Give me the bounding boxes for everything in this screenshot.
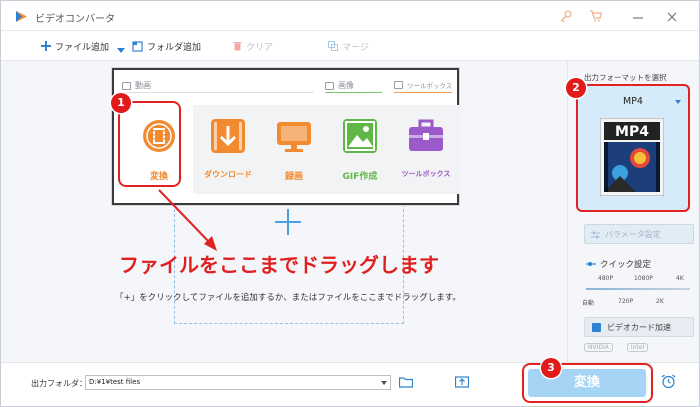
toolbox-icon: [409, 119, 443, 151]
key-icon[interactable]: [559, 9, 573, 23]
section-image-line: [325, 92, 382, 93]
tile-gif[interactable]: GIF作成: [325, 105, 395, 194]
tools-section-icon: [394, 81, 403, 89]
quality-slider[interactable]: [586, 288, 690, 290]
add-file-dropdown-icon[interactable]: [117, 44, 125, 58]
section-image-label: 画像: [338, 81, 354, 90]
app-logo-icon: [16, 11, 27, 22]
tick-720p: 720P: [618, 298, 634, 305]
settings-sliders-icon: [591, 231, 600, 239]
gpu-acceleration-label: ビデオカード加速: [607, 322, 671, 332]
format-dropdown-icon[interactable]: [675, 100, 681, 104]
section-image: 画像: [325, 80, 354, 91]
convert-highlight: [118, 101, 181, 187]
output-folder-field[interactable]: D:¥1¥test files: [85, 375, 391, 390]
section-tools-label: ツールボックス: [407, 82, 453, 90]
parameter-settings-button[interactable]: パラメータ設定: [584, 224, 694, 244]
add-folder-label: フォルダ追加: [147, 42, 202, 53]
format-selector[interactable]: MP4 MP4: [576, 84, 690, 212]
gpu-logos: NVIDIA Intel: [584, 343, 649, 352]
section-tools: ツールボックス: [394, 80, 452, 90]
tile-toolbox[interactable]: ツールボックス: [391, 105, 461, 194]
quick-settings-icon: [586, 262, 596, 266]
tick-2k: 2K: [656, 298, 664, 305]
tile-record[interactable]: 録画: [259, 105, 329, 194]
step-badge-3: 3: [541, 358, 561, 378]
merge-icon: [328, 41, 338, 51]
minimize-icon[interactable]: [631, 11, 645, 25]
quick-settings: クイック設定: [586, 258, 651, 270]
mp4-format-icon: MP4: [600, 118, 664, 196]
gpu-acceleration-toggle[interactable]: ビデオカード加速: [584, 317, 694, 337]
cart-icon[interactable]: [589, 9, 603, 23]
screen-record-icon: [277, 122, 311, 152]
toolbar: ファイル追加 フォルダ追加 クリア マージ: [1, 31, 699, 61]
nvidia-logo: NVIDIA: [584, 343, 613, 352]
quick-settings-label: クイック設定: [600, 260, 652, 270]
add-file-button[interactable]: ファイル追加: [41, 39, 109, 53]
clear-button[interactable]: クリア: [233, 39, 273, 53]
tick-480p: 480P: [598, 275, 614, 282]
image-section-icon: [325, 81, 334, 90]
alarm-clock-icon[interactable]: [661, 374, 676, 389]
intel-logo: Intel: [626, 343, 649, 352]
tile-download-label: ダウンロード: [204, 170, 252, 179]
trash-icon: [233, 42, 242, 51]
tile-record-label: 録画: [284, 172, 303, 182]
video-section-icon: [122, 81, 131, 90]
folder-add-icon: [132, 40, 143, 52]
output-folder-dropdown-icon[interactable]: [381, 381, 387, 385]
gpu-checkbox[interactable]: [592, 323, 601, 332]
tick-auto: 自動: [582, 300, 595, 307]
format-name: MP4: [623, 96, 643, 107]
add-plus-icon[interactable]: [275, 209, 301, 235]
section-tools-line: [394, 92, 452, 93]
close-icon[interactable]: [665, 10, 679, 24]
app-title: ビデオコンバータ: [35, 14, 115, 25]
step-badge-2: 2: [566, 78, 586, 98]
section-video-line: [122, 92, 314, 93]
app-window: ビデオコンバータ ファイル追加 フォルダ追加 クリア マージ 「+」をクリックし…: [0, 0, 700, 407]
svg-text:MP4: MP4: [615, 124, 649, 140]
section-video: 動画: [122, 80, 151, 91]
section-video-label: 動画: [135, 81, 151, 90]
format-title: 出力フォーマットを選択: [584, 73, 667, 82]
merge-label: マージ: [342, 42, 369, 53]
output-format-panel: 出力フォーマットを選択 MP4 MP4 2 パラメータ設定 クイック設定 480…: [566, 62, 699, 362]
title-bar: ビデオコンバータ: [1, 1, 699, 31]
gif-image-icon: [343, 119, 377, 153]
open-folder-icon[interactable]: [399, 376, 413, 388]
drag-annotation: ファイルをここまでドラッグします: [119, 253, 439, 277]
add-folder-button[interactable]: フォルダ追加: [132, 39, 201, 53]
drop-hint: 「+」をクリックしてファイルを追加するか、またはファイルをここまでドラッグします…: [115, 293, 461, 303]
clear-label: クリア: [246, 42, 274, 53]
tile-gif-label: GIF作成: [342, 172, 378, 182]
merge-button[interactable]: マージ: [328, 39, 369, 53]
bottom-bar: 出力フォルダ： D:¥1¥test files 変換: [1, 362, 699, 406]
parameter-settings-label: パラメータ設定: [605, 229, 661, 239]
tick-4k: 4K: [676, 275, 684, 282]
add-file-label: ファイル追加: [55, 42, 110, 53]
download-icon: [211, 119, 245, 153]
output-folder-label: 出力フォルダ：: [31, 379, 87, 388]
tick-1080p: 1080P: [634, 275, 653, 282]
tile-toolbox-label: ツールボックス: [401, 170, 451, 178]
plus-icon: [41, 41, 51, 51]
tile-download[interactable]: ダウンロード: [193, 105, 263, 194]
export-icon[interactable]: [455, 376, 469, 388]
step-badge-1: 1: [111, 93, 131, 113]
